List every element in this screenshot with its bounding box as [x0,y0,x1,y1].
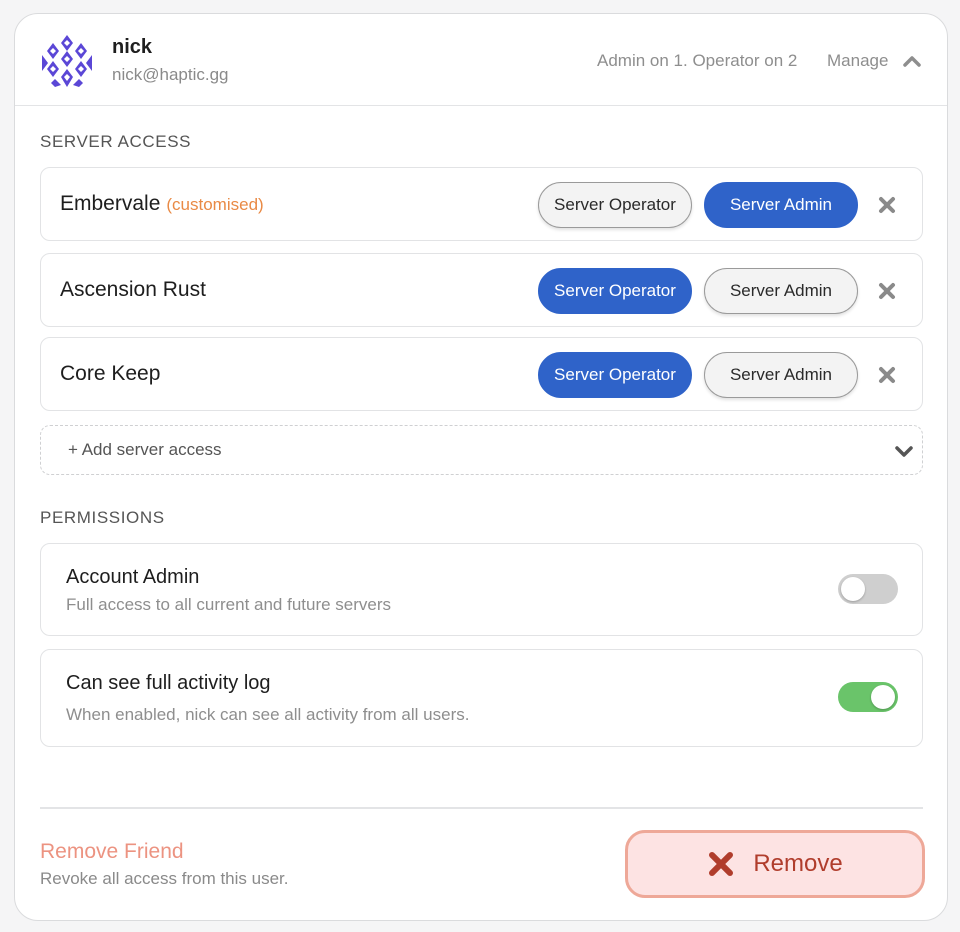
close-icon [709,852,734,876]
remove-friend-description: Revoke all access from this user. [40,869,289,888]
avatar [42,35,92,87]
user-header: nick nick@haptic.gg Admin on 1. Operator… [15,14,947,106]
server-row-core-keep: Core Keep Server Operator Server Admin [40,337,923,411]
server-admin-button[interactable]: Server Admin [704,352,858,398]
manage-link[interactable]: Manage [827,51,888,71]
permission-description: When enabled, nick can see all activity … [66,705,470,724]
chevron-up-icon[interactable] [901,50,923,72]
server-name: Ascension Rust [60,278,206,301]
toggle-knob [871,685,895,709]
user-access-card: nick nick@haptic.gg Admin on 1. Operator… [14,13,948,921]
add-server-access-label: + Add server access [68,440,222,459]
server-name: Core Keep [60,362,161,385]
server-name: Embervale (customised) [60,192,264,215]
chevron-down-icon [895,446,913,457]
permission-description: Full access to all current and future se… [66,595,392,614]
server-operator-button[interactable]: Server Operator [538,182,692,228]
server-operator-button[interactable]: Server Operator [538,268,692,314]
add-server-access-dropdown[interactable]: + Add server access [40,425,923,475]
server-row-embervale: Embervale (customised) Server Operator Se… [40,167,923,241]
server-operator-button[interactable]: Server Operator [538,352,692,398]
server-admin-button[interactable]: Server Admin [704,268,858,314]
close-icon[interactable] [877,365,897,385]
permission-title: Can see full activity log [66,672,271,694]
divider [40,807,923,809]
close-icon[interactable] [877,281,897,301]
toggle-knob [841,577,865,601]
user-email: nick@haptic.gg [112,65,229,84]
remove-friend-title: Remove Friend [40,840,184,863]
account-admin-toggle[interactable] [838,574,898,604]
access-summary: Admin on 1. Operator on 2 [597,51,798,70]
permissions-heading: PERMISSIONS [40,508,165,527]
server-row-ascension-rust: Ascension Rust Server Operator Server Ad… [40,253,923,327]
permission-activity-log: Can see full activity log When enabled, … [40,649,923,747]
remove-button[interactable]: Remove [625,830,925,898]
activity-log-toggle[interactable] [838,682,898,712]
server-admin-button[interactable]: Server Admin [704,182,858,228]
customised-tag: (customised) [166,195,264,214]
close-icon[interactable] [877,195,897,215]
remove-button-label: Remove [753,850,843,877]
permission-title: Account Admin [66,566,200,588]
user-name: nick [112,36,153,58]
server-access-heading: SERVER ACCESS [40,132,192,151]
permission-account-admin: Account Admin Full access to all current… [40,543,923,636]
